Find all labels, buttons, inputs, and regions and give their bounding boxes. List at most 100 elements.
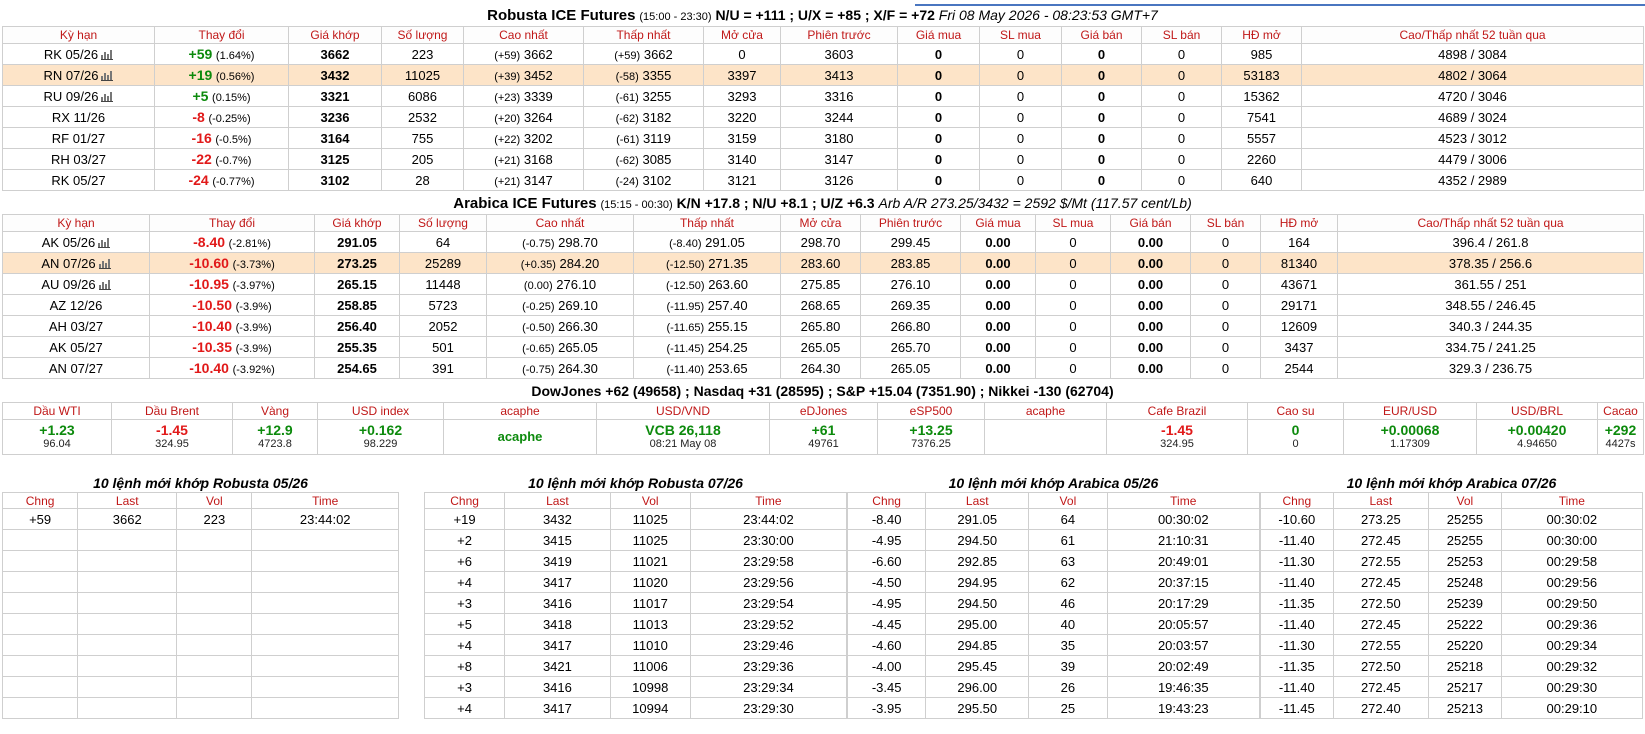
term-cell[interactable]: RH 03/27 xyxy=(2,148,155,170)
trade-time: 23:29:52 xyxy=(689,613,848,635)
contract-row[interactable]: RK 05/26 +59 (1.64%) 3662 223 (+59) 3662 (+59… xyxy=(2,43,1644,65)
term-cell[interactable]: AZ 12/26 xyxy=(2,294,150,316)
market-cell[interactable]: +13.25 7376.25 xyxy=(877,419,985,455)
trade-change: -11.40 xyxy=(1260,613,1334,635)
term-label[interactable]: AK 05/26 xyxy=(42,235,96,250)
contract-row[interactable]: AK 05/26 -8.40 (-2.81%) 291.05 64 (-0.75) 29… xyxy=(2,231,1644,253)
trade-last xyxy=(77,655,178,677)
term-cell[interactable]: RK 05/26 xyxy=(2,43,155,65)
term-label[interactable]: RK 05/27 xyxy=(51,173,105,188)
trade-volume xyxy=(176,592,253,614)
contract-row[interactable]: RU 09/26 +5 (0.15%) 3321 6086 (+23) 3339 (-61… xyxy=(2,85,1644,107)
market-cell[interactable]: +0.00068 1.17309 xyxy=(1343,419,1477,455)
contract-row[interactable]: AZ 12/26 -10.50 (-3.9%) 258.85 5723 (-0.25) … xyxy=(2,294,1644,316)
term-cell[interactable]: RN 07/26 xyxy=(2,64,155,86)
high-change: (+39) xyxy=(494,70,521,83)
previous-price: 3180 xyxy=(780,127,898,149)
column-header: Giá mua xyxy=(897,26,980,44)
contract-row[interactable]: AN 07/26 -10.60 (-3.73%) 273.25 25289 (+0.35… xyxy=(2,252,1644,274)
trade-volume: 25222 xyxy=(1428,613,1502,635)
term-label[interactable]: RU 09/26 xyxy=(44,89,99,104)
previous-price: 3603 xyxy=(780,43,898,65)
market-cell[interactable]: acaphe xyxy=(443,419,597,455)
trade-row xyxy=(1,592,399,614)
term-cell[interactable]: AN 07/26 xyxy=(2,252,150,274)
term-label[interactable]: RK 05/26 xyxy=(44,47,98,62)
term-cell[interactable]: RU 09/26 xyxy=(2,85,155,107)
contract-row[interactable]: RH 03/27 -22 (-0.7%) 3125 205 (+21) 3168 (-62… xyxy=(2,148,1644,170)
term-cell[interactable]: RF 01/27 xyxy=(2,127,155,149)
range-52-week: 4352 / 2989 xyxy=(1301,169,1644,191)
term-cell[interactable]: AU 09/26 xyxy=(2,273,150,295)
trade-last: 3432 xyxy=(504,508,611,530)
term-cell[interactable]: RX 11/26 xyxy=(2,106,155,128)
market-cell[interactable]: +0.00420 4.94650 xyxy=(1476,419,1598,455)
column-header: Phiên trước xyxy=(860,214,961,232)
low-change: (-62) xyxy=(615,112,639,125)
trades-column-header: Time xyxy=(1106,492,1261,509)
term-label[interactable]: AN 07/27 xyxy=(49,361,103,376)
contract-row[interactable]: AN 07/27 -10.40 (-3.92%) 254.65 391 (-0.75) … xyxy=(2,357,1644,379)
term-cell[interactable]: RK 05/27 xyxy=(2,169,155,191)
bar-chart-icon[interactable] xyxy=(101,92,114,103)
trade-time: 23:29:30 xyxy=(689,697,848,719)
term-label[interactable]: AU 09/26 xyxy=(41,277,95,292)
trades-column-header: Vol xyxy=(1028,492,1108,509)
term-label[interactable]: RH 03/27 xyxy=(51,152,106,167)
bid-quantity: 0 xyxy=(1035,273,1111,295)
contract-row[interactable]: RF 01/27 -16 (-0.5%) 3164 755 (+22) 3202 (-61… xyxy=(2,127,1644,149)
trade-last: 272.50 xyxy=(1332,655,1430,677)
high-cell: (+21) 3168 xyxy=(463,148,584,170)
bid-quantity: 0 xyxy=(979,169,1062,191)
bar-chart-icon[interactable] xyxy=(98,280,111,291)
term-label[interactable]: RF 01/27 xyxy=(52,131,105,146)
trade-last: 273.25 xyxy=(1332,508,1430,530)
high-change: (+20) xyxy=(494,112,521,125)
term-label[interactable]: RX 11/26 xyxy=(52,110,105,125)
trade-row: -4.50 294.95 62 20:37:15 xyxy=(846,571,1261,593)
contract-row[interactable]: AK 05/27 -10.35 (-3.9%) 255.35 501 (-0.65) 2… xyxy=(2,336,1644,358)
change-cell: -10.40 (-3.92%) xyxy=(149,357,315,379)
bar-chart-icon[interactable] xyxy=(98,259,111,270)
term-label[interactable]: AK 05/27 xyxy=(49,340,103,355)
contract-row[interactable]: AU 09/26 -10.95 (-3.97%) 265.15 11448 (0.00)… xyxy=(2,273,1644,295)
change-value: -24 xyxy=(188,172,209,188)
trade-row: -11.45 272.40 25213 00:29:10 xyxy=(1260,697,1644,719)
contract-row[interactable]: AH 03/27 -10.40 (-3.9%) 256.40 2052 (-0.50) … xyxy=(2,315,1644,337)
trades-panel-arabica-0526: 10 lệnh mới khớp Arabica 05/26 Chng Last Vo… xyxy=(846,474,1261,732)
market-cell[interactable]: VCB 26,118 08:21 May 08 xyxy=(596,419,770,455)
bar-chart-icon[interactable] xyxy=(101,71,114,82)
bar-chart-icon[interactable] xyxy=(98,238,111,249)
market-cell[interactable]: +61 49761 xyxy=(769,419,878,455)
bar-chart-icon[interactable] xyxy=(101,50,114,61)
trades-table: Chng Last Vol Time +59 3662 223 23:44:02 xyxy=(1,492,399,719)
term-cell[interactable]: AK 05/26 xyxy=(2,231,150,253)
market-cell[interactable]: +292 4427s xyxy=(1597,419,1644,455)
term-label[interactable]: AZ 12/26 xyxy=(50,298,103,313)
trade-last: 294.85 xyxy=(925,634,1030,656)
trade-time: 20:37:15 xyxy=(1106,571,1261,593)
contract-row[interactable]: RX 11/26 -8 (-0.25%) 3236 2532 (+20) 3264 (-6… xyxy=(2,106,1644,128)
market-cell[interactable]: -1.45 324.95 xyxy=(1106,419,1248,455)
market-cell[interactable] xyxy=(984,419,1107,455)
market-cell[interactable]: -1.45 324.95 xyxy=(111,419,233,455)
contract-row[interactable]: RN 07/26 +19 (0.56%) 3432 11025 (+39) 3452 (-… xyxy=(2,64,1644,86)
trades-column-header: Last xyxy=(504,492,611,509)
market-cell[interactable]: +12.9 4723.8 xyxy=(232,419,318,455)
trades-column-header: Chng xyxy=(423,492,506,509)
market-cell[interactable]: +1.23 96.04 xyxy=(2,419,112,455)
column-header: Cao nhất xyxy=(486,214,634,232)
trades-panel-arabica-0726: 10 lệnh mới khớp Arabica 07/26 Chng Last Vo… xyxy=(1260,474,1644,732)
term-cell[interactable]: AN 07/27 xyxy=(2,357,150,379)
market-cell[interactable]: 00 xyxy=(1247,419,1344,455)
trade-time: 00:29:56 xyxy=(1500,571,1644,593)
trade-volume xyxy=(176,655,253,677)
term-label[interactable]: AN 07/26 xyxy=(41,256,95,271)
volume: 2052 xyxy=(399,315,487,337)
term-cell[interactable]: AK 05/27 xyxy=(2,336,150,358)
term-label[interactable]: RN 07/26 xyxy=(44,68,99,83)
term-cell[interactable]: AH 03/27 xyxy=(2,315,150,337)
contract-row[interactable]: RK 05/27 -24 (-0.77%) 3102 28 (+21) 3147 (-24… xyxy=(2,169,1644,191)
term-label[interactable]: AH 03/27 xyxy=(49,319,103,334)
market-cell[interactable]: +0.162 98.229 xyxy=(317,419,444,455)
